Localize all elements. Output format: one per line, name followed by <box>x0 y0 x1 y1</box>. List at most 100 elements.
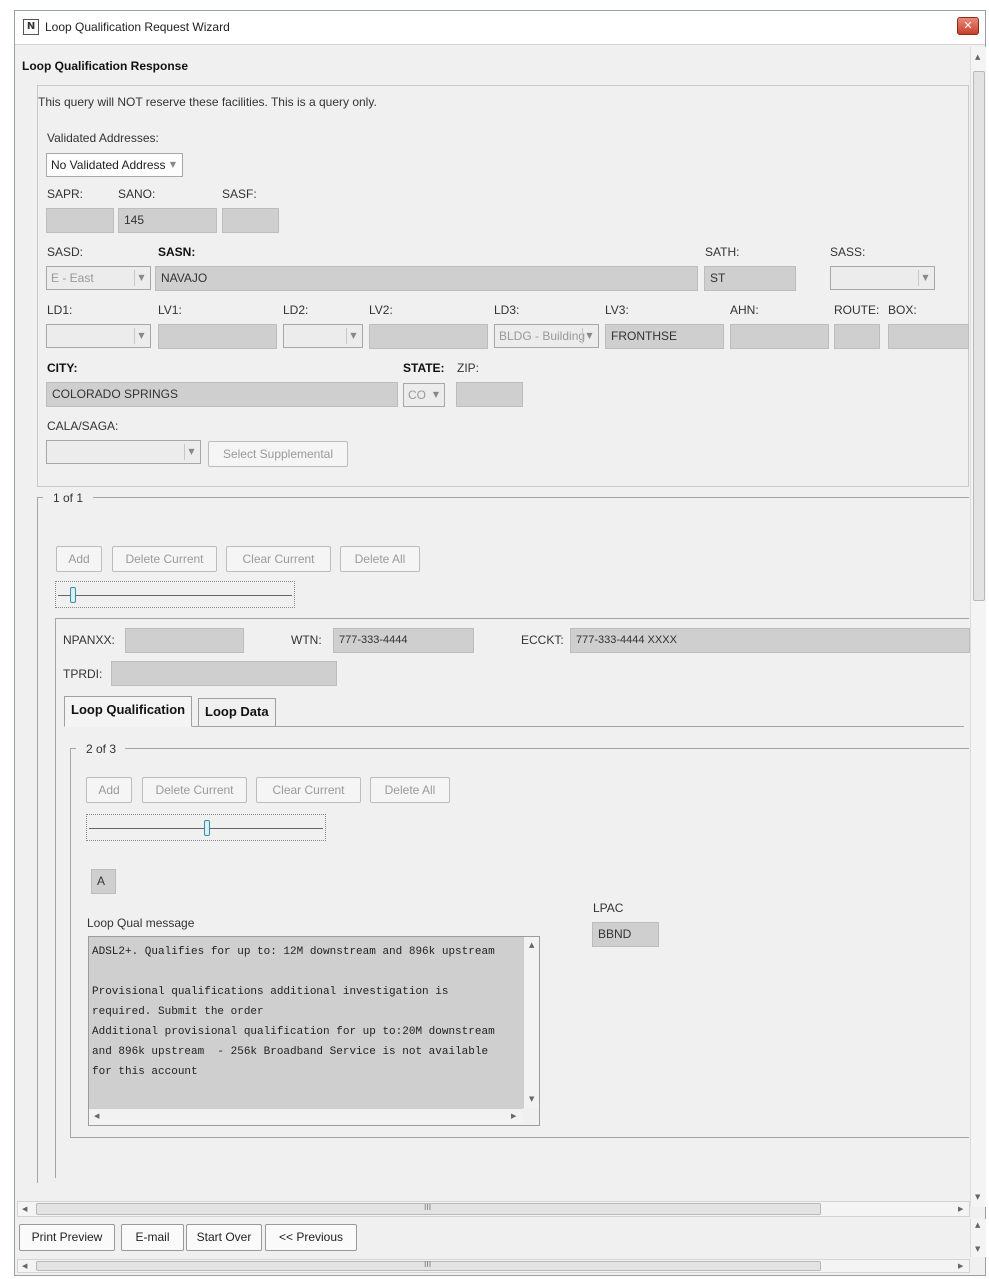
lpac-field[interactable]: BBND <box>592 922 659 947</box>
ecckt-label: ECCKT: <box>521 633 564 647</box>
scroll-up-arrow-icon[interactable]: ▲ <box>529 941 534 949</box>
sasf-field[interactable] <box>222 208 279 233</box>
outer-record-counter: 1 of 1 <box>53 491 84 505</box>
sasd-label: SASD: <box>47 245 84 259</box>
scroll-right-arrow-icon[interactable]: ▶ <box>511 1112 516 1120</box>
inner-record-slider[interactable] <box>86 814 326 841</box>
ecckt-field[interactable]: 777-333-4444 XXXX <box>570 628 970 653</box>
ld2-label: LD2: <box>283 303 309 317</box>
scroll-down-arrow-icon[interactable]: ▼ <box>975 1245 980 1253</box>
group-border <box>55 618 969 619</box>
cala-saga-label: CALA/SAGA: <box>47 419 119 433</box>
inner-record-counter: 2 of 3 <box>86 742 117 756</box>
sath-field[interactable]: ST <box>704 266 796 291</box>
scroll-left-arrow-icon[interactable]: ◀ <box>22 1205 27 1213</box>
footer-vertical-scrollbar[interactable]: ▲ ▼ <box>970 1219 986 1257</box>
scroll-down-arrow-icon[interactable]: ▼ <box>975 1193 980 1201</box>
tprdi-label: TPRDI: <box>63 667 103 681</box>
email-button[interactable]: E-mail <box>121 1224 184 1251</box>
wizard-window: N Loop Qualification Request Wizard ✕ Lo… <box>14 10 986 1276</box>
scroll-right-arrow-icon[interactable]: ▶ <box>958 1205 963 1213</box>
chevron-down-icon: ▼ <box>918 270 932 286</box>
scroll-right-arrow-icon[interactable]: ▶ <box>958 1262 963 1270</box>
npanxx-field[interactable] <box>125 628 244 653</box>
sano-field[interactable]: 145 <box>118 208 217 233</box>
footer-horizontal-scrollbar[interactable]: ◀ III ▶ <box>17 1259 970 1273</box>
lv2-field[interactable] <box>369 324 488 349</box>
box-field[interactable] <box>888 324 969 349</box>
scroll-left-arrow-icon[interactable]: ◀ <box>94 1112 99 1120</box>
outer-add-button[interactable]: Add <box>56 546 102 572</box>
tab-loop-qualification[interactable]: Loop Qualification <box>64 696 193 727</box>
loop-qual-code-field[interactable]: A <box>91 869 116 894</box>
tab-loop-data[interactable]: Loop Data <box>198 698 276 726</box>
scroll-up-arrow-icon[interactable]: ▲ <box>975 1221 980 1229</box>
group-border <box>70 1137 969 1138</box>
sapr-label: SAPR: <box>47 187 84 201</box>
scroll-down-arrow-icon[interactable]: ▼ <box>529 1095 534 1103</box>
validated-addresses-label: Validated Addresses: <box>47 131 159 145</box>
start-over-button[interactable]: Start Over <box>186 1224 262 1251</box>
ahn-field[interactable] <box>730 324 829 349</box>
scrollbar-thumb[interactable] <box>973 71 985 601</box>
scroll-up-arrow-icon[interactable]: ▲ <box>975 53 980 61</box>
ahn-label: AHN: <box>730 303 759 317</box>
chevron-down-icon: ▼ <box>346 328 360 344</box>
inner-add-button[interactable]: Add <box>86 777 132 803</box>
scroll-left-arrow-icon[interactable]: ◀ <box>22 1262 27 1270</box>
slider-knob[interactable] <box>204 820 210 836</box>
inner-delete-current-button[interactable]: Delete Current <box>142 777 247 803</box>
sasd-select[interactable]: E - East ▼ <box>46 266 151 290</box>
chevron-down-icon: ▼ <box>169 160 177 169</box>
zip-field[interactable] <box>456 382 523 407</box>
lv1-field[interactable] <box>158 324 277 349</box>
outer-record-slider[interactable] <box>55 581 295 608</box>
select-supplemental-button[interactable]: Select Supplemental <box>208 441 348 467</box>
ld2-select[interactable]: ▼ <box>283 324 363 348</box>
sasn-label: SASN: <box>158 245 196 259</box>
wtn-field[interactable]: 777-333-4444 <box>333 628 474 653</box>
city-label: CITY: <box>47 361 78 375</box>
ld3-value: BLDG - Building <box>499 329 586 343</box>
message-vertical-scrollbar[interactable]: ▲ ▼ <box>523 937 539 1109</box>
route-field[interactable] <box>834 324 880 349</box>
outer-delete-all-button[interactable]: Delete All <box>340 546 420 572</box>
print-preview-button[interactable]: Print Preview <box>19 1224 115 1251</box>
message-horizontal-scrollbar[interactable]: ◀ ▶ <box>89 1108 523 1125</box>
lv3-field[interactable]: FRONTHSE <box>605 324 724 349</box>
sass-select[interactable]: ▼ <box>830 266 935 290</box>
sath-label: SATH: <box>705 245 740 259</box>
outer-clear-current-button[interactable]: Clear Current <box>226 546 331 572</box>
sasn-field[interactable]: NAVAJO <box>155 266 698 291</box>
sano-label: SANO: <box>118 187 156 201</box>
previous-button[interactable]: << Previous <box>265 1224 357 1251</box>
loop-qual-message-label: Loop Qual message <box>87 916 195 930</box>
cala-saga-select[interactable]: ▼ <box>46 440 201 464</box>
scrollbar-corner <box>523 1108 539 1125</box>
inner-clear-current-button[interactable]: Clear Current <box>256 777 361 803</box>
title-bar: N Loop Qualification Request Wizard ✕ <box>15 11 985 45</box>
validated-address-select[interactable]: No Validated Address ▼ <box>46 153 183 177</box>
main-horizontal-scrollbar[interactable]: ◀ III ▶ <box>17 1201 970 1217</box>
ld3-select[interactable]: BLDG - Building ▼ <box>494 324 599 348</box>
loop-qual-message-textarea[interactable]: ADSL2+. Qualifies for up to: 12M downstr… <box>88 936 540 1126</box>
lv1-label: LV1: <box>158 303 182 317</box>
sapr-field[interactable] <box>46 208 114 233</box>
slider-knob[interactable] <box>70 587 76 603</box>
close-button[interactable]: ✕ <box>957 17 979 35</box>
validated-address-value: No Validated Address <box>51 158 166 172</box>
group-border <box>55 618 56 1178</box>
inner-delete-all-button[interactable]: Delete All <box>370 777 450 803</box>
window-title: Loop Qualification Request Wizard <box>45 20 230 34</box>
city-field[interactable]: COLORADO SPRINGS <box>46 382 398 407</box>
chevron-down-icon: ▼ <box>134 328 148 344</box>
state-select[interactable]: CO ▼ <box>403 383 445 407</box>
wtn-label: WTN: <box>291 633 322 647</box>
box-label: BOX: <box>888 303 917 317</box>
ld3-label: LD3: <box>494 303 520 317</box>
loop-qual-message-text: ADSL2+. Qualifies for up to: 12M downstr… <box>92 946 495 1078</box>
outer-delete-current-button[interactable]: Delete Current <box>112 546 217 572</box>
main-vertical-scrollbar[interactable]: ▲ ▼ <box>970 47 986 1207</box>
ld1-select[interactable]: ▼ <box>46 324 151 348</box>
tprdi-field[interactable] <box>111 661 337 686</box>
